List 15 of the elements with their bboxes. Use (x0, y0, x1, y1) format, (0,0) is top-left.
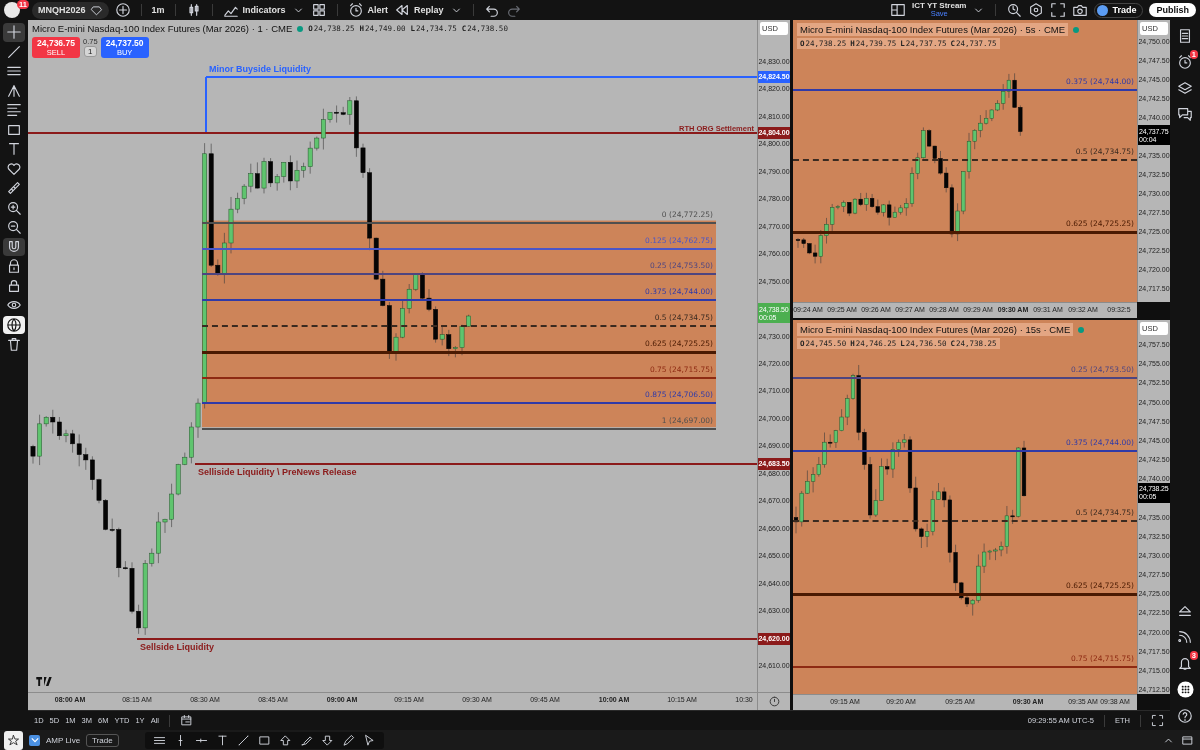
trade-button[interactable]: Trade (86, 733, 119, 747)
chart-title[interactable]: Micro E-mini Nasdaq-100 Index Futures (Mar 2026) · 5s · CME (797, 23, 1069, 36)
replay-button[interactable]: Replay (394, 2, 444, 18)
indicators-button[interactable]: Indicators (222, 2, 286, 18)
level-label: Sellside Liquidity (140, 641, 214, 653)
publish-button[interactable]: Publish (1149, 3, 1196, 17)
level-label: Selliside Liquidity \ PreNews Release (198, 467, 357, 479)
chart-title[interactable]: Micro E-mini Nasdaq-100 Index Futures (Mar 2026) · 15s · CME (797, 323, 1074, 336)
symbol-search[interactable]: MNQH2026 (32, 1, 109, 19)
interval-button[interactable]: 1m (151, 5, 165, 15)
level-label: Minor Buyside Liquidity (209, 64, 311, 76)
alert-button[interactable]: Alert (347, 2, 389, 18)
quantity-field[interactable]: 1 (84, 46, 97, 57)
chart-title[interactable]: Micro E-mini Nasdaq-100 Index Futures (Mar 2026) · 1 · CME (32, 23, 293, 34)
broker-name[interactable]: AMP Live (46, 735, 81, 745)
